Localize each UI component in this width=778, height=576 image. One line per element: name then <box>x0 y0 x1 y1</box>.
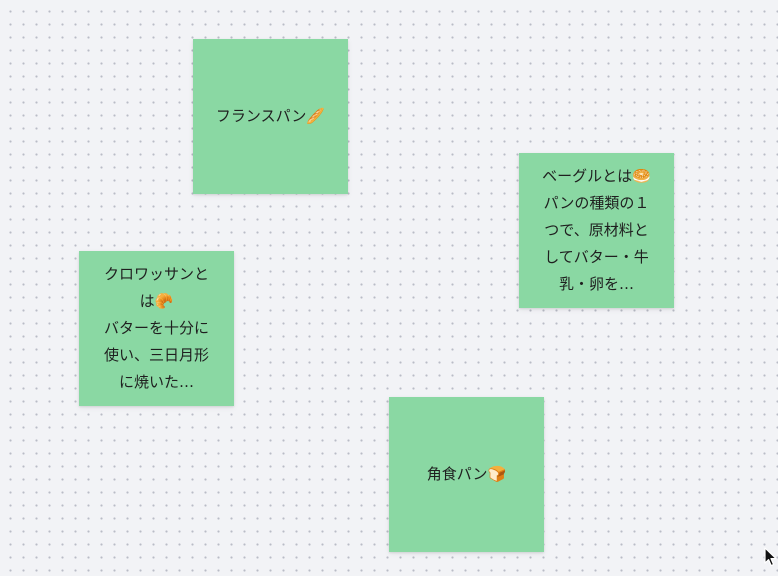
sticky-note-bagel[interactable]: ベーグルとは🥯 パンの種類の１ つで、原材料と してバター・牛 乳・卵を… <box>519 153 674 308</box>
sticky-note-france-bread[interactable]: フランスパン🥖 <box>193 39 348 194</box>
arrow-cursor-icon <box>764 547 777 567</box>
sticky-note-text: クロワッサンと は🥐 バターを十分に 使い、三日月形 に焼いた… <box>103 265 209 391</box>
sticky-note-shokupan[interactable]: 角食パン🍞 <box>389 397 544 552</box>
whiteboard-canvas[interactable]: フランスパン🥖 ベーグルとは🥯 パンの種類の１ つで、原材料と してバター・牛 … <box>0 0 778 576</box>
sticky-note-text: フランスパン🥖 <box>215 107 326 125</box>
sticky-note-text: ベーグルとは🥯 パンの種類の１ つで、原材料と してバター・牛 乳・卵を… <box>542 167 651 293</box>
sticky-note-croissant[interactable]: クロワッサンと は🥐 バターを十分に 使い、三日月形 に焼いた… <box>79 251 234 406</box>
sticky-note-text: 角食パン🍞 <box>426 465 507 483</box>
